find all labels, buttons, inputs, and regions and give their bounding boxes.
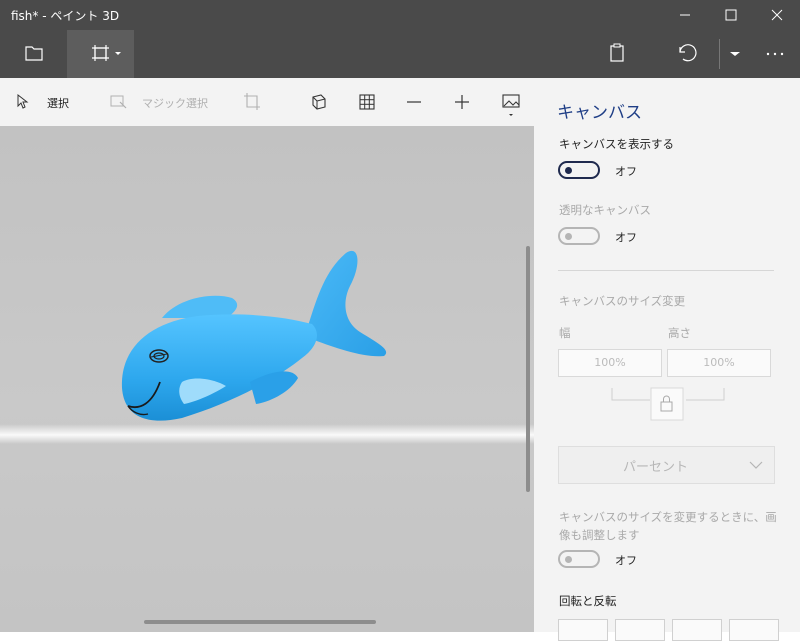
toggle-knob <box>565 556 572 563</box>
zoom-in-button[interactable] <box>448 78 476 126</box>
title-bar: fish* - ペイント 3D <box>0 0 800 30</box>
cube-view-icon <box>312 94 326 110</box>
select-tool[interactable]: 選択 <box>10 78 80 126</box>
magic-select-icon <box>110 95 127 109</box>
close-icon <box>771 9 783 21</box>
grid-tool[interactable] <box>353 78 381 126</box>
select-label: 選択 <box>47 97 69 110</box>
transparent-canvas-label: 透明なキャンバス <box>559 203 651 217</box>
canvas-tab[interactable] <box>67 30 134 78</box>
canvas-icon <box>92 45 121 61</box>
resize-image-toggle[interactable] <box>558 550 600 568</box>
resize-heading: キャンバスのサイズ変更 <box>559 294 686 308</box>
paste-button[interactable] <box>594 30 640 78</box>
more-button[interactable] <box>752 30 798 78</box>
perspective-tool[interactable] <box>305 78 333 126</box>
width-label: 幅 <box>559 326 571 340</box>
panel-title: キャンバス <box>557 103 642 123</box>
minus-icon <box>407 101 421 103</box>
minimize-button[interactable] <box>662 0 708 30</box>
app-bar <box>0 30 800 78</box>
flip-vertical-button[interactable] <box>729 619 779 641</box>
image-icon <box>502 94 520 116</box>
maximize-icon <box>725 9 737 21</box>
transparent-canvas-toggle[interactable] <box>558 227 600 245</box>
cursor-icon <box>17 93 29 109</box>
horizontal-scrollbar[interactable] <box>144 620 376 624</box>
resize-image-label: キャンバスのサイズを変更するときに、画像も調整します <box>559 510 777 542</box>
height-input[interactable]: 100% <box>667 349 771 377</box>
toggle-knob <box>565 167 572 174</box>
zoom-out-button[interactable] <box>400 78 428 126</box>
chevron-down-icon <box>749 461 763 469</box>
fish-model[interactable] <box>0 126 534 632</box>
unit-select[interactable]: パーセント <box>558 446 775 484</box>
folder-icon <box>25 46 43 61</box>
clipboard-icon <box>610 43 624 62</box>
show-canvas-state: オフ <box>615 165 637 178</box>
height-label: 高さ <box>668 326 691 340</box>
undo-icon <box>679 44 697 62</box>
crop-tool[interactable] <box>238 78 266 126</box>
canvas-area[interactable] <box>0 126 534 632</box>
show-canvas-toggle[interactable] <box>558 161 600 179</box>
divider <box>558 270 774 271</box>
window-title: fish* - ペイント 3D <box>11 9 120 23</box>
magic-select-label: マジック選択 <box>142 97 208 110</box>
crop-icon <box>244 93 260 110</box>
canvas-panel: キャンバス キャンバスを表示する オフ 透明なキャンバス オフ キャンバスのサイ… <box>534 78 800 641</box>
transparent-canvas-state: オフ <box>615 231 637 244</box>
rotate-right-button[interactable] <box>615 619 665 641</box>
history-dropdown-button[interactable] <box>720 30 750 78</box>
maximize-button[interactable] <box>708 0 754 30</box>
magic-select-tool[interactable]: マジック選択 <box>104 78 214 126</box>
view-options-button[interactable] <box>497 78 527 126</box>
toggle-knob <box>565 233 572 240</box>
chevron-down-icon <box>730 52 740 56</box>
vertical-scrollbar[interactable] <box>526 246 530 492</box>
rotate-flip-heading: 回転と反転 <box>559 594 617 608</box>
minimize-icon <box>680 14 690 16</box>
grid-icon <box>359 94 375 110</box>
lock-aspect-ratio[interactable] <box>608 386 728 422</box>
menu-button[interactable] <box>0 30 66 78</box>
width-input[interactable]: 100% <box>558 349 662 377</box>
unit-select-value: パーセント <box>623 460 689 475</box>
undo-button[interactable] <box>662 30 708 78</box>
close-button[interactable] <box>754 0 800 30</box>
flip-horizontal-button[interactable] <box>672 619 722 641</box>
plus-icon <box>455 95 469 109</box>
rotate-left-button[interactable] <box>558 619 608 641</box>
more-icon <box>766 52 784 56</box>
show-canvas-label: キャンバスを表示する <box>559 137 674 151</box>
resize-image-state: オフ <box>615 554 637 567</box>
tool-bar: 選択 マジック選択 <box>0 78 534 126</box>
